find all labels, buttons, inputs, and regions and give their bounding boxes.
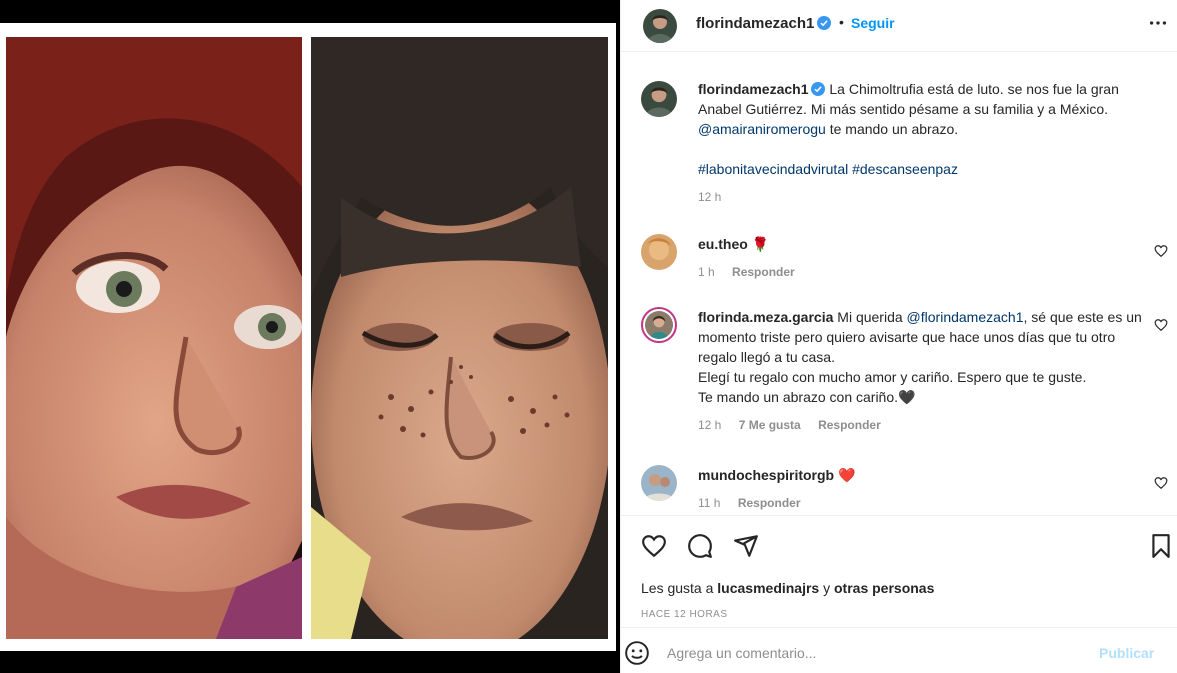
comment-text: Mi querida: [837, 309, 907, 325]
hashtag-link[interactable]: #descanseenpaz: [852, 161, 958, 177]
reply-button[interactable]: Responder: [732, 265, 795, 279]
comment-time: 12 h: [698, 418, 722, 432]
comment-mention[interactable]: @florindamezach1: [907, 309, 1024, 325]
comment-likes[interactable]: 7 Me gusta: [739, 418, 801, 432]
comment-text: ❤️: [838, 467, 856, 483]
more-options-icon[interactable]: [1147, 12, 1169, 34]
likes-summary: Les gusta a lucasmedinajrs y otras perso…: [641, 580, 934, 596]
heart-icon[interactable]: [1154, 476, 1168, 490]
author-username[interactable]: florindamezach1: [696, 15, 832, 32]
comment-body: eu.theo 🌹 1 h Responder: [698, 234, 1148, 282]
post-media: [0, 0, 620, 673]
comment-meta: 11 h Responder: [698, 493, 1148, 513]
comment-meta: 12 h 7 Me gusta Responder: [698, 415, 1148, 435]
comment-username[interactable]: florinda.meza.garcia: [698, 309, 833, 325]
share-icon[interactable]: [733, 533, 759, 559]
comment-text: Elegí tu regalo con mucho amor y cariño.…: [698, 369, 1087, 385]
author-avatar[interactable]: [643, 9, 677, 43]
caption-body: florindamezach1 La Chimoltrufia está de …: [698, 79, 1148, 207]
comment-username[interactable]: mundochespiritorgb: [698, 467, 834, 483]
comment-text: Te mando un abrazo con cariño.🖤: [698, 389, 916, 405]
comment-body: mundochespiritorgb ❤️ 11 h Responder: [698, 465, 1148, 513]
caption-meta: 12 h: [698, 187, 1148, 207]
reply-button[interactable]: Responder: [738, 496, 801, 510]
comments-area[interactable]: florindamezach1 La Chimoltrufia está de …: [621, 53, 1177, 515]
photo-woman-red-hair: [6, 37, 302, 639]
caption-username[interactable]: florindamezach1: [698, 81, 808, 97]
bookmark-icon[interactable]: [1148, 533, 1174, 559]
caption-avatar[interactable]: [641, 81, 677, 117]
heart-icon[interactable]: [1154, 318, 1168, 332]
media-canvas: [0, 23, 616, 651]
follow-button[interactable]: Seguir: [851, 15, 895, 31]
post-actions: Les gusta a lucasmedinajrs y otras perso…: [621, 515, 1177, 673]
others-likes-link[interactable]: otras personas: [834, 580, 934, 596]
heart-icon[interactable]: [641, 533, 667, 559]
comment-composer: Publicar: [621, 627, 1177, 673]
comment-icon[interactable]: [687, 533, 713, 559]
likes-prefix: Les gusta a: [641, 580, 718, 596]
publish-button[interactable]: Publicar: [1099, 645, 1154, 661]
caption-time: 12 h: [698, 190, 722, 204]
verified-badge-icon: [817, 16, 832, 30]
caption-hashtags: #labonitavecindadvirutal #descanseenpaz: [698, 159, 1148, 179]
emoji-icon[interactable]: [624, 640, 650, 666]
post-timestamp: HACE 12 HORAS: [641, 609, 728, 620]
post-side-panel: florindamezach1 • Seguir florindamezach1…: [620, 0, 1177, 673]
commenter-avatar[interactable]: [641, 307, 677, 343]
commenter-avatar[interactable]: [641, 465, 677, 501]
comment-text: 🌹: [751, 236, 770, 252]
heart-icon[interactable]: [1154, 244, 1168, 258]
comment-meta: 1 h Responder: [698, 262, 1148, 282]
comment-time: 11 h: [698, 496, 721, 510]
hashtag-link[interactable]: #labonitavecindadvirutal: [698, 161, 848, 177]
reply-button[interactable]: Responder: [818, 418, 881, 432]
liker-username[interactable]: lucasmedinajrs: [717, 580, 819, 596]
photo-woman-freckles: [311, 37, 608, 639]
verified-badge-icon: [811, 82, 826, 96]
caption-mention[interactable]: @amairaniromerogu: [698, 121, 826, 137]
comment-username[interactable]: eu.theo: [698, 236, 748, 252]
comment-body: florinda.meza.garcia Mi querida @florind…: [698, 307, 1148, 435]
separator-dot: •: [839, 14, 844, 30]
comment-input[interactable]: [667, 641, 1067, 665]
likes-mid: y: [819, 580, 834, 596]
comment-time: 1 h: [698, 265, 715, 279]
commenter-avatar[interactable]: [641, 234, 677, 270]
caption-text-end: te mando un abrazo.: [825, 121, 959, 137]
post-header: florindamezach1 • Seguir: [621, 0, 1177, 52]
